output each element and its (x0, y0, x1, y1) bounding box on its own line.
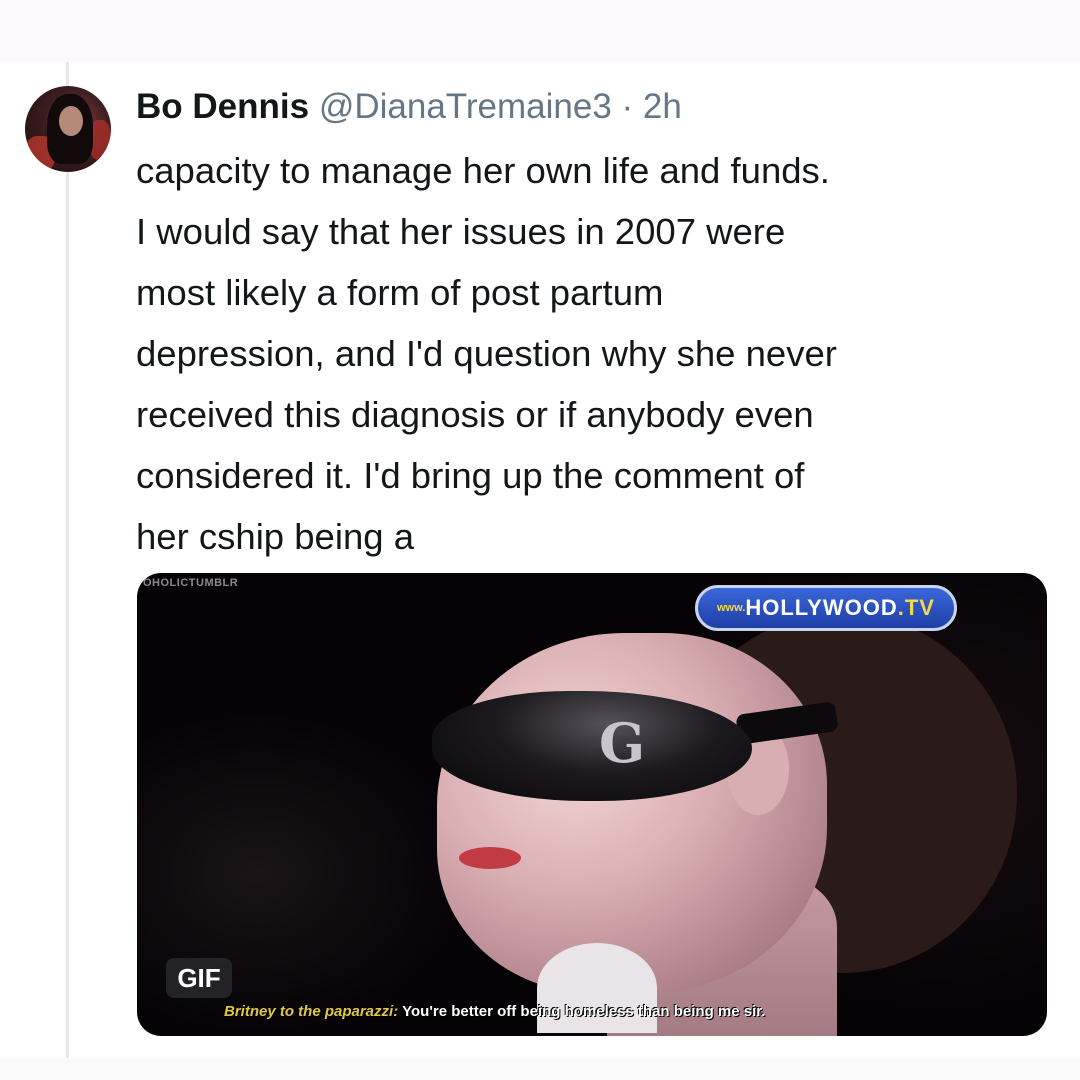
tweet-text-line: capacity to manage her own life and fund… (136, 150, 830, 191)
tweet-text-line: most likely a form of post partum (136, 272, 664, 313)
gif-media[interactable]: G OHOLICTUMBLR www.HOLLYWOOD.TV GIF Brit… (137, 573, 1047, 1036)
channel-logo-prefix: www. (717, 602, 746, 614)
avatar[interactable] (25, 86, 111, 172)
tweet-text-line: depression, and I'd question why she nev… (136, 333, 837, 374)
tweet-text: capacity to manage her own life and fund… (136, 140, 1056, 567)
channel-logo: www.HOLLYWOOD.TV (695, 585, 957, 631)
avatar-face (59, 106, 83, 136)
glasses-logo: G (598, 711, 646, 775)
author-handle[interactable]: @DianaTremaine3 (319, 87, 612, 126)
watermark: OHOLICTUMBLR (143, 577, 239, 589)
tweet-text-line: considered it. I'd bring up the comment … (136, 455, 805, 496)
channel-logo-main: HOLLYWOOD.TV (745, 595, 935, 620)
thread-line (66, 62, 69, 1060)
channel-logo-name: HOLLYWOOD (745, 595, 898, 620)
channel-logo-tld: .TV (897, 595, 935, 620)
tweet-text-line: received this diagnosis or if anybody ev… (136, 394, 814, 435)
media-lips (459, 847, 521, 869)
tweet-text-line: her cship being a (136, 516, 414, 557)
gif-badge: GIF (166, 958, 232, 998)
tweet-text-line: I would say that her issues in 2007 were (136, 211, 786, 252)
tweet-timestamp[interactable]: 2h (643, 87, 682, 126)
header-separator: · (611, 87, 643, 126)
top-band (0, 0, 1080, 62)
tweet-header: Bo Dennis @DianaTremaine3 · 2h (136, 82, 682, 132)
author-name[interactable]: Bo Dennis (136, 87, 309, 126)
subtitle-quote: You're better off being homeless than be… (402, 1003, 766, 1020)
author-handle-text: @DianaTremaine3 (318, 87, 612, 126)
subtitle-speaker: Britney to the paparazzi: (224, 1003, 399, 1020)
video-subtitle: Britney to the paparazzi: You're better … (224, 1002, 765, 1022)
bottom-band (0, 1058, 1080, 1080)
media-face (437, 633, 827, 993)
